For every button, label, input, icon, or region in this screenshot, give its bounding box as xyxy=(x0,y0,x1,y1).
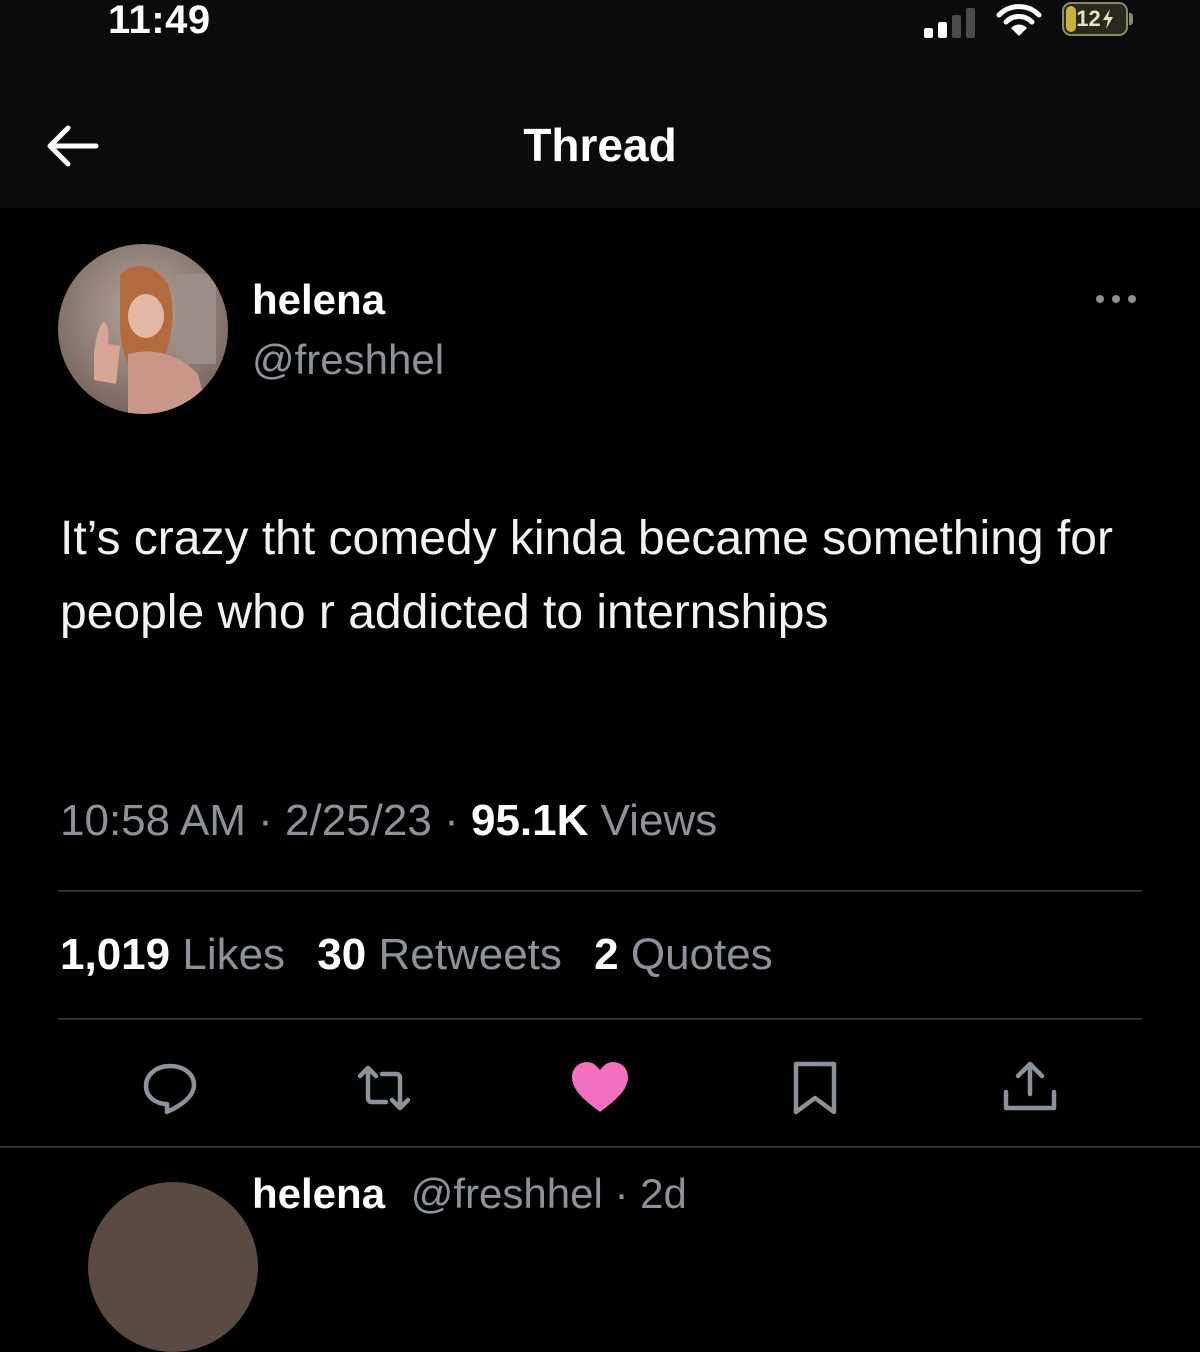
top-bar: 11:49 12 Thread xyxy=(0,0,1200,208)
reply-author-name: helena xyxy=(252,1170,386,1217)
quotes-label: Quotes xyxy=(630,930,773,979)
battery-indicator: 12 xyxy=(1062,2,1128,36)
charging-bolt-icon xyxy=(1102,9,1113,29)
views-count: 95.1K xyxy=(470,796,589,845)
likes-label: Likes xyxy=(182,930,286,979)
tweet-meta: 10:58 AM · 2/25/23 · 95.1K Views xyxy=(60,796,717,846)
divider xyxy=(0,1146,1200,1148)
tweet-date[interactable]: 2/25/23 xyxy=(285,796,432,845)
divider xyxy=(58,890,1142,892)
tweet-text: It’s crazy tht comedy kinda became somet… xyxy=(60,512,1113,639)
retweet-icon[interactable] xyxy=(354,1058,414,1118)
reply-author-handle: @freshhel xyxy=(410,1170,603,1217)
battery-level: 12 xyxy=(1076,6,1101,31)
meta-separator: · xyxy=(444,796,471,845)
reply-icon[interactable] xyxy=(140,1058,200,1118)
avatar-image xyxy=(58,244,228,414)
reply-age: 2d xyxy=(640,1170,687,1217)
reply-avatar[interactable] xyxy=(88,1182,258,1352)
retweets-label: Retweets xyxy=(378,930,562,979)
share-icon[interactable] xyxy=(1000,1058,1060,1118)
more-horizontal-icon[interactable] xyxy=(1092,284,1140,314)
bookmark-icon[interactable] xyxy=(786,1058,846,1118)
engagement-stats: 1,019 Likes 30 Retweets 2 Quotes xyxy=(60,930,793,980)
author-name[interactable]: helena xyxy=(252,276,385,324)
author-handle[interactable]: @freshhel xyxy=(252,336,444,384)
retweets-count: 30 xyxy=(317,930,367,979)
divider xyxy=(58,1018,1142,1020)
likes-count: 1,019 xyxy=(60,930,171,979)
cellular-signal-icon xyxy=(924,8,975,38)
battery-cap xyxy=(1129,13,1133,25)
views-label: Views xyxy=(600,796,718,845)
retweets-stat[interactable]: 30 Retweets xyxy=(317,930,562,980)
meta-separator: · xyxy=(258,796,286,845)
likes-stat[interactable]: 1,019 Likes xyxy=(60,930,285,980)
reply-header[interactable]: helena @freshhel · 2d xyxy=(252,1170,687,1218)
avatar[interactable] xyxy=(58,244,228,414)
quotes-stat[interactable]: 2 Quotes xyxy=(594,930,773,980)
page-title: Thread xyxy=(523,119,677,171)
wifi-icon xyxy=(996,4,1042,36)
quotes-count: 2 xyxy=(594,930,619,979)
reply-separator: · xyxy=(614,1170,641,1217)
heart-filled-icon[interactable] xyxy=(570,1058,630,1118)
status-time: 11:49 xyxy=(108,0,211,42)
tweet-time[interactable]: 10:58 AM xyxy=(60,796,246,845)
